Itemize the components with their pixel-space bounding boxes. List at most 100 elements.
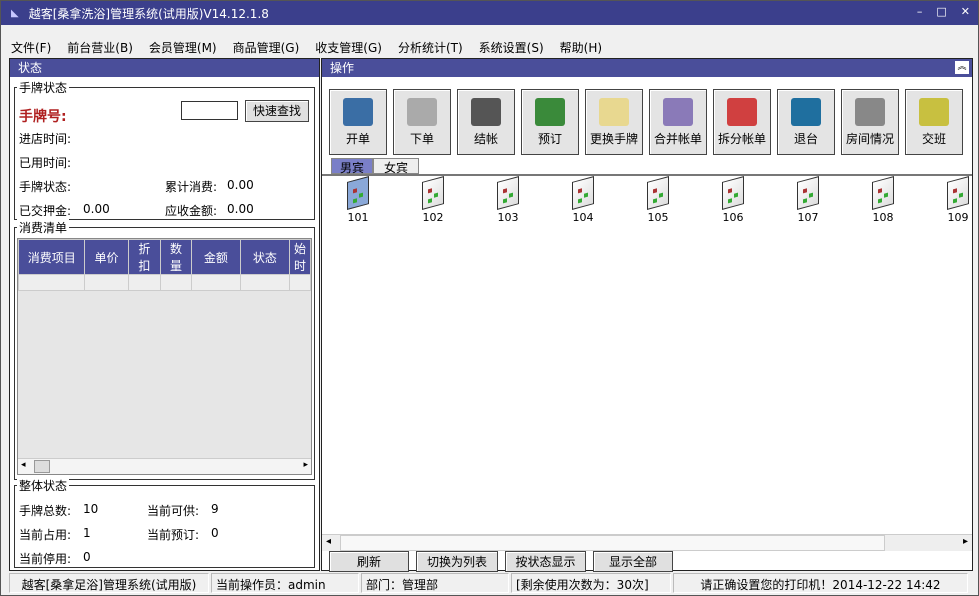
collapse-icon[interactable]: ︽ [955, 61, 969, 74]
col-discount[interactable]: 折扣 [127, 239, 162, 275]
card-no-input[interactable] [181, 101, 238, 120]
room-item[interactable]: 101 [338, 176, 378, 224]
occupied-value: 1 [83, 526, 91, 540]
menu-finance[interactable]: 收支管理(G) [313, 39, 384, 56]
split-bill-button[interactable]: 拆分帐单 [713, 89, 771, 155]
change-card-label: 更换手牌 [589, 132, 638, 146]
menu-file[interactable]: 文件(F) [9, 39, 53, 56]
menu-bar: 文件(F) 前台营业(B) 会员管理(M) 商品管理(G) 收支管理(G) 分析… [9, 39, 604, 56]
menu-front-desk[interactable]: 前台营业(B) [65, 39, 135, 56]
room-status-icon [855, 98, 885, 126]
status-operator: 当前操作员：admin [211, 573, 359, 593]
room-free-icon [722, 176, 744, 210]
shift-handover-button[interactable]: 交班 [905, 89, 963, 155]
scroll-thumb[interactable] [340, 535, 885, 551]
col-status[interactable]: 状态 [239, 239, 290, 275]
reserved-value: 0 [211, 526, 219, 540]
card-status-legend: 手牌状态 [17, 79, 70, 96]
maximize-button[interactable]: □ [936, 5, 946, 18]
merge-bill-button[interactable]: 合并帐单 [649, 89, 707, 155]
card-no-label: 手牌号: [19, 109, 67, 125]
app-icon: ◣ [11, 7, 19, 19]
checkout-button[interactable]: 结帐 [457, 89, 515, 155]
col-price[interactable]: 单价 [84, 239, 129, 275]
rooms-horizontal-scrollbar[interactable]: ◂ ▸ [322, 534, 972, 551]
change-card-icon [599, 98, 629, 126]
menu-member[interactable]: 会员管理(M) [147, 39, 219, 56]
show-all-button[interactable]: 显示全部 [593, 551, 673, 572]
room-item[interactable]: 109 [938, 176, 978, 224]
disabled-label: 当前停用: [19, 552, 72, 566]
room-free-icon [872, 176, 894, 210]
status-bar: 越客[桑拿足浴]管理系统(试用版) 当前操作员：admin 部门：管理部 [剩余… [9, 573, 970, 593]
room-item[interactable]: 102 [413, 176, 453, 224]
room-item[interactable]: 107 [788, 176, 828, 224]
menu-goods[interactable]: 商品管理(G) [231, 39, 302, 56]
room-item[interactable]: 108 [863, 176, 903, 224]
col-start-time[interactable]: 始时 [288, 239, 311, 275]
status-department: 部门：管理部 [361, 573, 509, 593]
tab-male[interactable]: 男宾 [331, 158, 373, 175]
consume-list-group: 消费清单 消费项目 单价 折扣 数量 金额 状态 始时 ◂ ▸ [14, 219, 315, 480]
reserve-button[interactable]: 预订 [521, 89, 579, 155]
change-card-button[interactable]: 更换手牌 [585, 89, 643, 155]
room-free-icon [947, 176, 969, 210]
scroll-thumb[interactable] [34, 460, 50, 473]
room-status-button[interactable]: 房间情况 [841, 89, 899, 155]
room-free-icon [572, 176, 594, 210]
consume-table: 消费项目 单价 折扣 数量 金额 状态 始时 [18, 239, 311, 291]
room-item[interactable]: 106 [713, 176, 753, 224]
col-item[interactable]: 消费项目 [18, 239, 86, 275]
room-item[interactable]: 103 [488, 176, 528, 224]
total-consume-value: 0.00 [227, 178, 254, 192]
place-order-button[interactable]: 下单 [393, 89, 451, 155]
horizontal-scrollbar[interactable]: ◂ ▸ [18, 458, 311, 474]
card-status-group: 手牌状态 手牌号: 快速查找 进店时间: 已用时间: 手牌状态: 累计消费: 0… [14, 79, 315, 220]
reserved-label: 当前预订: [147, 528, 200, 542]
disabled-value: 0 [83, 550, 91, 564]
split-bill-label: 拆分帐单 [717, 132, 766, 146]
refresh-button[interactable]: 刷新 [329, 551, 409, 572]
table-row[interactable] [18, 274, 311, 291]
menu-help[interactable]: 帮助(H) [558, 39, 604, 56]
by-status-button[interactable]: 按状态显示 [505, 551, 586, 572]
return-button[interactable]: 退台 [777, 89, 835, 155]
main-window: ◣ 越客[桑拿洗浴]管理系统(试用版)V14.12.1.8 – □ ✕ 文件(F… [0, 0, 979, 596]
return-icon [791, 98, 821, 126]
room-free-icon [497, 176, 519, 210]
room-item[interactable]: 104 [563, 176, 603, 224]
room-number: 103 [497, 211, 519, 224]
deposit-label: 已交押金: [19, 204, 72, 218]
switch-list-button[interactable]: 切换为列表 [416, 551, 498, 572]
split-bill-icon [727, 98, 757, 126]
status-remaining-uses: [剩余使用次数为：30次] [511, 573, 671, 593]
overall-status-legend: 整体状态 [17, 477, 70, 494]
room-occupied-icon [347, 176, 369, 210]
room-number: 108 [872, 211, 894, 224]
open-bill-label: 开单 [345, 132, 370, 146]
used-time-label: 已用时间: [19, 156, 72, 170]
room-number: 102 [422, 211, 444, 224]
room-item[interactable]: 105 [638, 176, 678, 224]
menu-stats[interactable]: 分析统计(T) [396, 39, 465, 56]
room-free-icon [422, 176, 444, 210]
available-value: 9 [211, 502, 219, 516]
room-number: 106 [722, 211, 744, 224]
quick-search-button[interactable]: 快速查找 [245, 100, 309, 122]
scroll-right-icon[interactable]: ▸ [963, 536, 968, 547]
consume-list-legend: 消费清单 [17, 219, 70, 236]
menu-settings[interactable]: 系统设置(S) [477, 39, 546, 56]
room-number: 109 [947, 211, 969, 224]
col-amount[interactable]: 金额 [190, 239, 241, 275]
open-bill-button[interactable]: 开单 [329, 89, 387, 155]
receivable-label: 应收金额: [165, 204, 218, 218]
close-button[interactable]: ✕ [961, 5, 970, 18]
available-label: 当前可供: [147, 504, 200, 518]
minimize-button[interactable]: – [917, 5, 923, 18]
merge-bill-label: 合并帐单 [653, 132, 702, 146]
tab-female[interactable]: 女宾 [373, 158, 419, 175]
col-qty[interactable]: 数量 [160, 239, 192, 275]
room-number: 107 [797, 211, 819, 224]
consume-table-area: 消费项目 单价 折扣 数量 金额 状态 始时 ◂ ▸ [17, 238, 312, 475]
scroll-left-icon[interactable]: ◂ [326, 536, 331, 547]
